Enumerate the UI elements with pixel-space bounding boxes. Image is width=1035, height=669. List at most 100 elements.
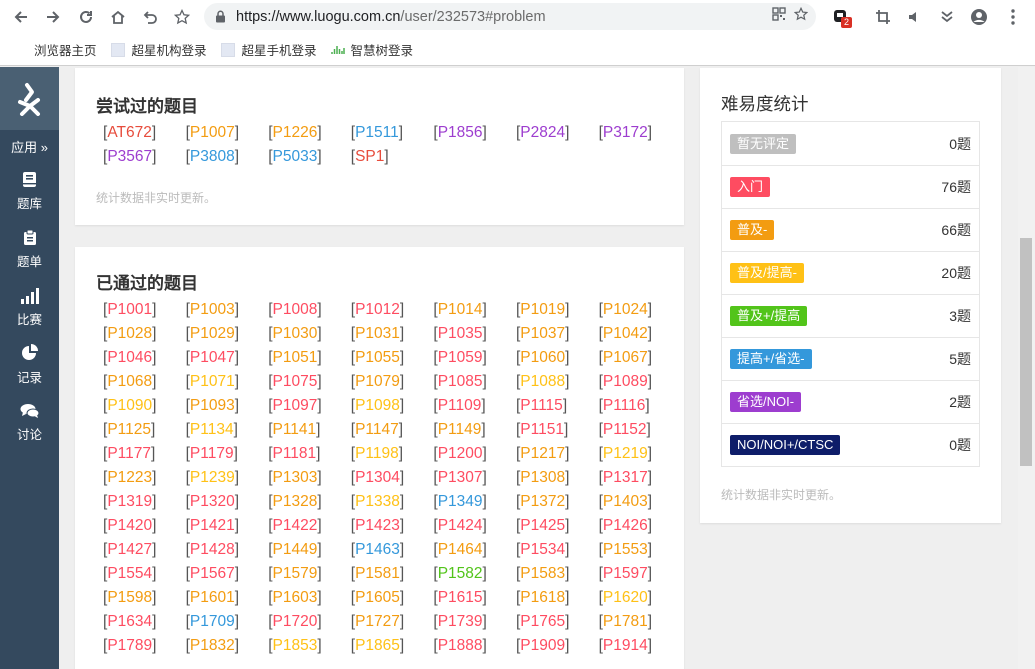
problem-link[interactable]: [P1853] <box>268 634 351 658</box>
problem-link[interactable]: [P1109] <box>433 394 516 418</box>
problem-link[interactable]: [P1320] <box>186 490 269 514</box>
problem-link[interactable]: [P1030] <box>268 322 351 346</box>
problem-link[interactable]: [P1060] <box>516 346 599 370</box>
problem-link[interactable]: [P1909] <box>516 634 599 658</box>
problem-link[interactable]: [P1239] <box>186 466 269 490</box>
difficulty-tag[interactable]: 普及+/提高 <box>730 306 808 326</box>
problem-link[interactable]: [P1567] <box>186 562 269 586</box>
problem-link[interactable]: [P1037] <box>516 322 599 346</box>
bookmark-star-icon[interactable] <box>793 6 809 25</box>
problem-link[interactable]: [P3567] <box>103 145 186 169</box>
problem-link[interactable]: [P1046] <box>103 346 186 370</box>
problem-link[interactable]: [P1089] <box>599 370 682 394</box>
problem-link[interactable]: [P1177] <box>103 442 186 466</box>
problem-link[interactable]: [P1304] <box>351 466 434 490</box>
problem-link[interactable]: [P1511] <box>351 121 434 145</box>
problem-link[interactable]: [P1349] <box>433 490 516 514</box>
problem-link[interactable]: [P1219] <box>599 442 682 466</box>
problem-link[interactable]: [P1307] <box>433 466 516 490</box>
problem-link[interactable]: [P1620] <box>599 586 682 610</box>
problem-link[interactable]: [P1403] <box>599 490 682 514</box>
difficulty-tag[interactable]: NOI/NOI+/CTSC <box>730 435 841 455</box>
problem-link[interactable]: [P1115] <box>516 394 599 418</box>
problem-link[interactable]: [P1420] <box>103 514 186 538</box>
problem-link[interactable]: [P1865] <box>351 634 434 658</box>
problem-link[interactable]: [SP1] <box>351 145 434 169</box>
problem-link[interactable]: [P1598] <box>103 586 186 610</box>
problem-link[interactable]: [P1098] <box>351 394 434 418</box>
problem-link[interactable]: [P1618] <box>516 586 599 610</box>
problem-link[interactable]: [P1597] <box>599 562 682 586</box>
problem-link[interactable]: [P1200] <box>433 442 516 466</box>
bookmark-chaoxing-phone[interactable]: 超星手机登录 <box>220 40 317 59</box>
problem-link[interactable]: [P1423] <box>351 514 434 538</box>
problem-link[interactable]: [P1727] <box>351 610 434 634</box>
problem-link[interactable]: [P1781] <box>599 610 682 634</box>
problem-link[interactable]: [P1014] <box>433 298 516 322</box>
problem-link[interactable]: [P1328] <box>268 490 351 514</box>
problem-link[interactable]: [P1090] <box>103 394 186 418</box>
difficulty-tag[interactable]: 入门 <box>730 177 771 197</box>
problem-link[interactable]: [P1134] <box>186 418 269 442</box>
problem-link[interactable]: [P1031] <box>351 322 434 346</box>
problem-link[interactable]: [P2824] <box>516 121 599 145</box>
problem-link[interactable]: [AT672] <box>103 121 186 145</box>
extension-icon[interactable]: 2 <box>826 2 856 32</box>
nav-problemset[interactable]: 题库 <box>0 162 59 220</box>
apps-menu[interactable]: 应用 » <box>0 130 59 162</box>
problem-link[interactable]: [P1223] <box>103 466 186 490</box>
problem-link[interactable]: [P1372] <box>516 490 599 514</box>
problem-link[interactable]: [P1583] <box>516 562 599 586</box>
nav-training[interactable]: 题单 <box>0 220 59 278</box>
page-scrollbar-thumb[interactable] <box>1020 238 1032 466</box>
problem-link[interactable]: [P1147] <box>351 418 434 442</box>
double-chevron-down-icon[interactable] <box>932 2 962 32</box>
problem-link[interactable]: [P1579] <box>268 562 351 586</box>
problem-link[interactable]: [P1093] <box>186 394 269 418</box>
problem-link[interactable]: [P1001] <box>103 298 186 322</box>
problem-link[interactable]: [P1428] <box>186 538 269 562</box>
nav-contest[interactable]: 比赛 <box>0 278 59 336</box>
problem-link[interactable]: [P1028] <box>103 322 186 346</box>
problem-link[interactable]: [P1152] <box>599 418 682 442</box>
problem-link[interactable]: [P1582] <box>433 562 516 586</box>
problem-link[interactable]: [P1463] <box>351 538 434 562</box>
problem-link[interactable]: [P1149] <box>433 418 516 442</box>
problem-link[interactable]: [P1181] <box>268 442 351 466</box>
problem-link[interactable]: [P1067] <box>599 346 682 370</box>
problem-link[interactable]: [P1151] <box>516 418 599 442</box>
problem-link[interactable]: [P1047] <box>186 346 269 370</box>
bookmark-zhihuishu[interactable]: 智慧树登录 <box>330 40 413 59</box>
problem-link[interactable]: [P1024] <box>599 298 682 322</box>
problem-link[interactable]: [P1079] <box>351 370 434 394</box>
problem-link[interactable]: [P1603] <box>268 586 351 610</box>
account-icon[interactable] <box>964 2 994 32</box>
nav-discuss[interactable]: 讨论 <box>0 394 59 452</box>
reload-icon[interactable] <box>70 1 102 33</box>
problem-link[interactable]: [P1319] <box>103 490 186 514</box>
problem-link[interactable]: [P1464] <box>433 538 516 562</box>
menu-dots-icon[interactable] <box>998 2 1028 32</box>
problem-link[interactable]: [P1179] <box>186 442 269 466</box>
forward-icon[interactable] <box>37 1 69 33</box>
difficulty-tag[interactable]: 暂无评定 <box>730 133 797 154</box>
difficulty-tag[interactable]: 普及/提高- <box>730 263 804 283</box>
problem-link[interactable]: [P1615] <box>433 586 516 610</box>
problem-link[interactable]: [P1085] <box>433 370 516 394</box>
problem-link[interactable]: [P1088] <box>516 370 599 394</box>
problem-link[interactable]: [P1116] <box>599 394 682 418</box>
problem-link[interactable]: [P1601] <box>186 586 269 610</box>
problem-link[interactable]: [P1051] <box>268 346 351 370</box>
problem-link[interactable]: [P1426] <box>599 514 682 538</box>
problem-link[interactable]: [P1634] <box>103 610 186 634</box>
home-icon[interactable] <box>102 1 134 33</box>
problem-link[interactable]: [P1421] <box>186 514 269 538</box>
problem-link[interactable]: [P5033] <box>268 145 351 169</box>
problem-link[interactable]: [P1888] <box>433 634 516 658</box>
problem-link[interactable]: [P1338] <box>351 490 434 514</box>
problem-link[interactable]: [P1427] <box>103 538 186 562</box>
problem-link[interactable]: [P1425] <box>516 514 599 538</box>
problem-link[interactable]: [P1789] <box>103 634 186 658</box>
bookmark-home[interactable]: 浏览器主页 <box>34 40 97 59</box>
bookmark-chaoxing-org[interactable]: 超星机构登录 <box>110 40 207 59</box>
